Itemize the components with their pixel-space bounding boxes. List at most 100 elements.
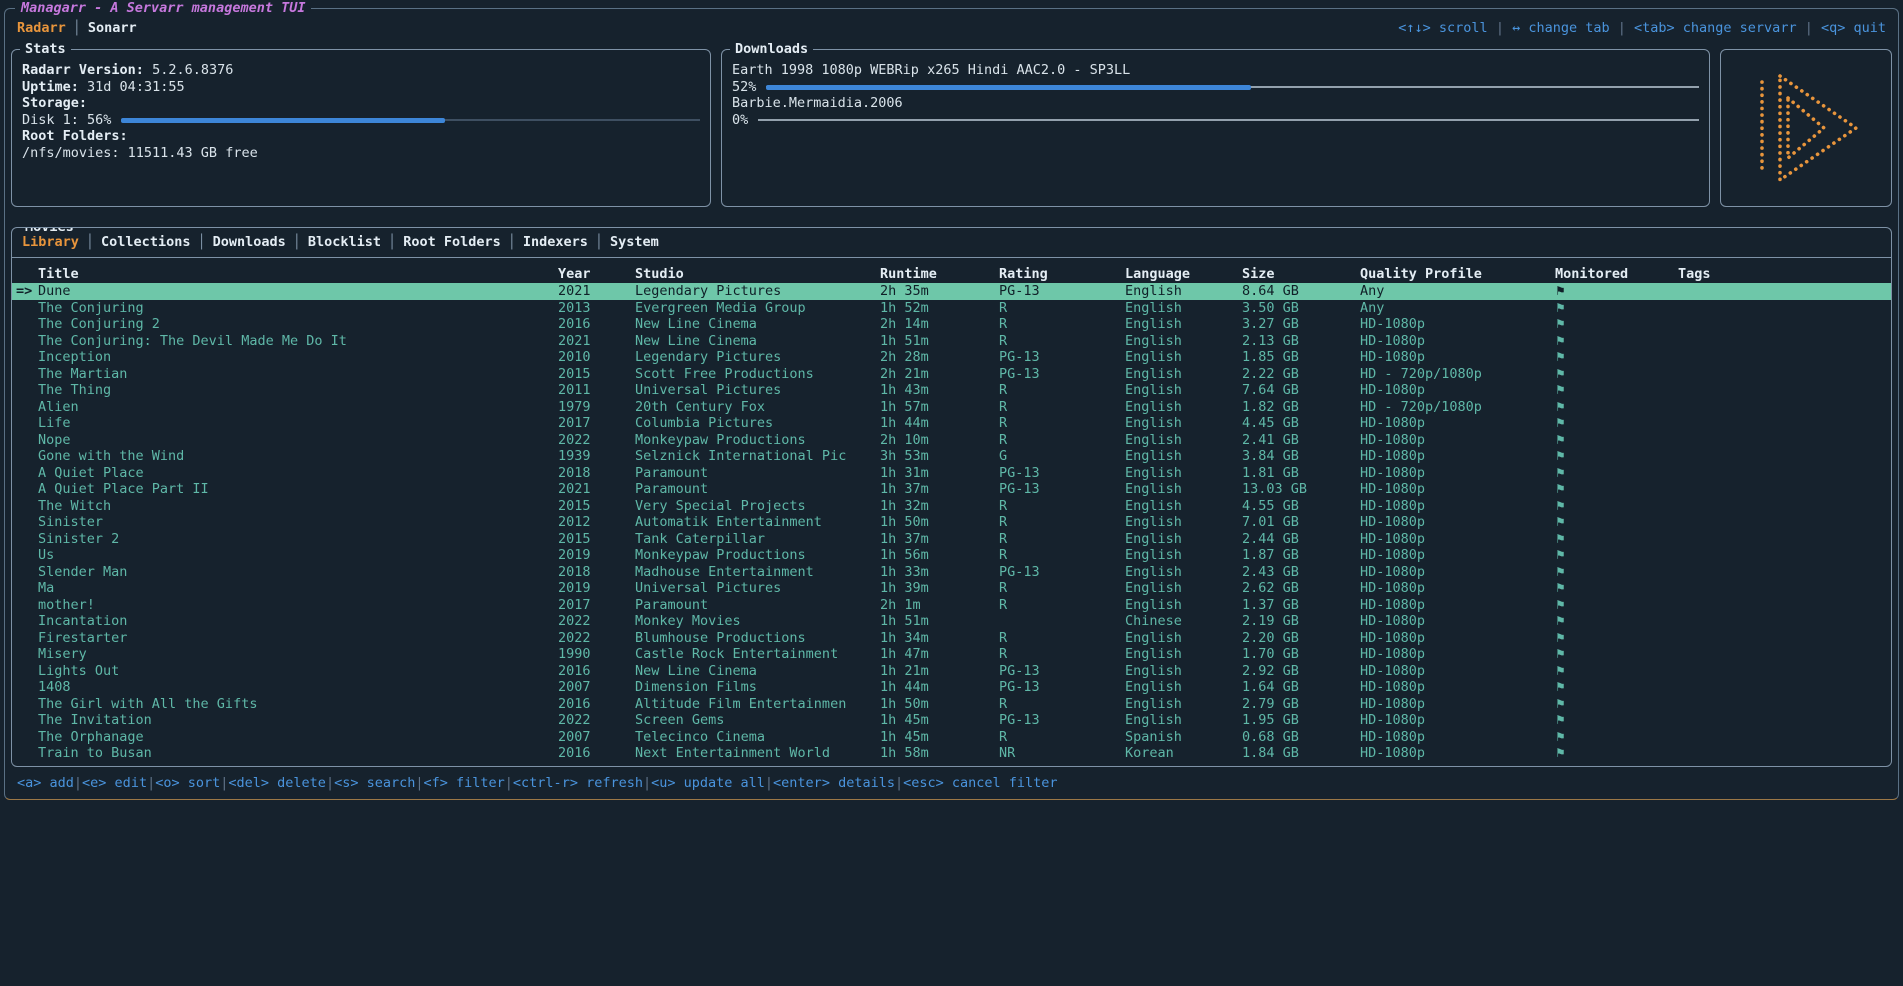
table-row[interactable]: Sinister 2 2015 Tank Caterpillar 1h 37m …: [12, 531, 1891, 548]
table-row[interactable]: Ma 2019 Universal Pictures 1h 39m R Engl…: [12, 580, 1891, 597]
cell-runtime: 1h 58m: [880, 745, 999, 762]
table-row[interactable]: The Conjuring 2013 Evergreen Media Group…: [12, 300, 1891, 317]
table-row[interactable]: mother! 2017 Paramount 2h 1m R English 1…: [12, 597, 1891, 614]
monitored-flag-icon: ⚑: [1555, 481, 1678, 498]
table-row[interactable]: Alien 1979 20th Century Fox 1h 57m R Eng…: [12, 399, 1891, 416]
cell-year: 2016: [558, 745, 635, 762]
cell-studio: Universal Pictures: [635, 382, 880, 399]
cell-rating: R: [999, 630, 1125, 647]
keybind-separator: |: [220, 775, 228, 792]
table-row[interactable]: Nope 2022 Monkeypaw Productions 2h 10m R…: [12, 432, 1891, 449]
table-row[interactable]: The Thing 2011 Universal Pictures 1h 43m…: [12, 382, 1891, 399]
column-header-size: Size: [1242, 266, 1360, 283]
cell-size: 2.62 GB: [1242, 580, 1360, 597]
download-percent: 52%: [732, 79, 756, 96]
cell-quality-profile: HD-1080p: [1360, 531, 1555, 548]
cell-studio: Castle Rock Entertainment: [635, 646, 880, 663]
cell-size: 1.37 GB: [1242, 597, 1360, 614]
column-header-runtime: Runtime: [880, 266, 999, 283]
monitored-flag-icon: ⚑: [1555, 712, 1678, 729]
table-row[interactable]: Misery 1990 Castle Rock Entertainment 1h…: [12, 646, 1891, 663]
table-row[interactable]: The Conjuring 2 2016 New Line Cinema 2h …: [12, 316, 1891, 333]
cell-size: 3.27 GB: [1242, 316, 1360, 333]
servarr-tab-sonarr[interactable]: Sonarr: [81, 20, 144, 36]
cell-tags: [1678, 564, 1891, 581]
movies-tab-blocklist[interactable]: Blocklist: [301, 234, 388, 251]
movies-tab-indexers[interactable]: Indexers: [516, 234, 595, 251]
cell-tags: [1678, 729, 1891, 746]
table-row[interactable]: Life 2017 Columbia Pictures 1h 44m R Eng…: [12, 415, 1891, 432]
cell-title: Misery: [38, 646, 558, 663]
selection-marker: [12, 712, 38, 729]
cell-language: Spanish: [1125, 729, 1242, 746]
table-row[interactable]: 1408 2007 Dimension Films 1h 44m PG-13 E…: [12, 679, 1891, 696]
monitored-flag-icon: ⚑: [1555, 613, 1678, 630]
cell-rating: R: [999, 415, 1125, 432]
cell-studio: New Line Cinema: [635, 333, 880, 350]
table-row[interactable]: Incantation 2022 Monkey Movies 1h 51m Ch…: [12, 613, 1891, 630]
servarr-tab-radarr[interactable]: Radarr: [17, 20, 73, 36]
cell-language: English: [1125, 663, 1242, 680]
cell-year: 2019: [558, 547, 635, 564]
cell-title: Ma: [38, 580, 558, 597]
cell-runtime: 1h 21m: [880, 663, 999, 680]
selection-marker: [12, 448, 38, 465]
table-row[interactable]: A Quiet Place Part II 2021 Paramount 1h …: [12, 481, 1891, 498]
cell-quality-profile: HD-1080p: [1360, 316, 1555, 333]
monitored-flag-icon: ⚑: [1555, 696, 1678, 713]
table-row[interactable]: Lights Out 2016 New Line Cinema 1h 21m P…: [12, 663, 1891, 680]
selection-marker: [12, 646, 38, 663]
selection-marker: [12, 531, 38, 548]
table-row[interactable]: The Martian 2015 Scott Free Productions …: [12, 366, 1891, 383]
table-row[interactable]: Us 2019 Monkeypaw Productions 1h 56m R E…: [12, 547, 1891, 564]
table-row[interactable]: The Witch 2015 Very Special Projects 1h …: [12, 498, 1891, 515]
cell-title: mother!: [38, 597, 558, 614]
cell-size: 1.81 GB: [1242, 465, 1360, 482]
cell-title: A Quiet Place Part II: [38, 481, 558, 498]
table-row[interactable]: Slender Man 2018 Madhouse Entertainment …: [12, 564, 1891, 581]
cell-quality-profile: HD-1080p: [1360, 613, 1555, 630]
movies-tab-collections[interactable]: Collections: [94, 234, 197, 251]
cell-tags: [1678, 415, 1891, 432]
cell-language: English: [1125, 432, 1242, 449]
cell-title: Lights Out: [38, 663, 558, 680]
table-row[interactable]: A Quiet Place 2018 Paramount 1h 31m PG-1…: [12, 465, 1891, 482]
cell-year: 2021: [558, 283, 635, 300]
movies-tab-downloads[interactable]: Downloads: [206, 234, 293, 251]
table-row[interactable]: Firestarter 2022 Blumhouse Productions 1…: [12, 630, 1891, 647]
selection-marker: [12, 481, 38, 498]
movies-tab-root-folders[interactable]: Root Folders: [396, 234, 508, 251]
monitored-flag-icon: ⚑: [1555, 580, 1678, 597]
cell-rating: NR: [999, 745, 1125, 762]
download-percent: 0%: [732, 112, 748, 129]
selection-marker: [12, 547, 38, 564]
cell-language: English: [1125, 580, 1242, 597]
selection-marker: [12, 580, 38, 597]
table-row[interactable]: The Conjuring: The Devil Made Me Do It 2…: [12, 333, 1891, 350]
table-row[interactable]: The Girl with All the Gifts 2016 Altitud…: [12, 696, 1891, 713]
table-row[interactable]: The Invitation 2022 Screen Gems 1h 45m P…: [12, 712, 1891, 729]
cell-title: A Quiet Place: [38, 465, 558, 482]
table-row[interactable]: Inception 2010 Legendary Pictures 2h 28m…: [12, 349, 1891, 366]
cell-size: 1.70 GB: [1242, 646, 1360, 663]
movies-tab-system[interactable]: System: [603, 234, 666, 251]
table-row[interactable]: => Dune 2021 Legendary Pictures 2h 35m P…: [12, 283, 1891, 300]
cell-studio: Automatik Entertainment: [635, 514, 880, 531]
table-row[interactable]: Gone with the Wind 1939 Selznick Interna…: [12, 448, 1891, 465]
cell-tags: [1678, 663, 1891, 680]
table-row[interactable]: The Orphanage 2007 Telecinco Cinema 1h 4…: [12, 729, 1891, 746]
root-folders-line: Root Folders:: [22, 128, 700, 145]
cell-quality-profile: HD-1080p: [1360, 465, 1555, 482]
movies-tab-library[interactable]: Library: [20, 234, 86, 251]
terminal-screen: { "theme": { "bg": "#16222d", "text": "#…: [0, 0, 1903, 986]
tab-separator: │: [508, 234, 516, 251]
cell-runtime: 1h 31m: [880, 465, 999, 482]
cell-runtime: 1h 50m: [880, 514, 999, 531]
cell-title: Us: [38, 547, 558, 564]
table-row[interactable]: Train to Busan 2016 Next Entertainment W…: [12, 745, 1891, 762]
cell-language: English: [1125, 333, 1242, 350]
cell-year: 2016: [558, 696, 635, 713]
keybind-hint: <q> quit: [1821, 20, 1886, 36]
cell-tags: [1678, 696, 1891, 713]
table-row[interactable]: Sinister 2012 Automatik Entertainment 1h…: [12, 514, 1891, 531]
